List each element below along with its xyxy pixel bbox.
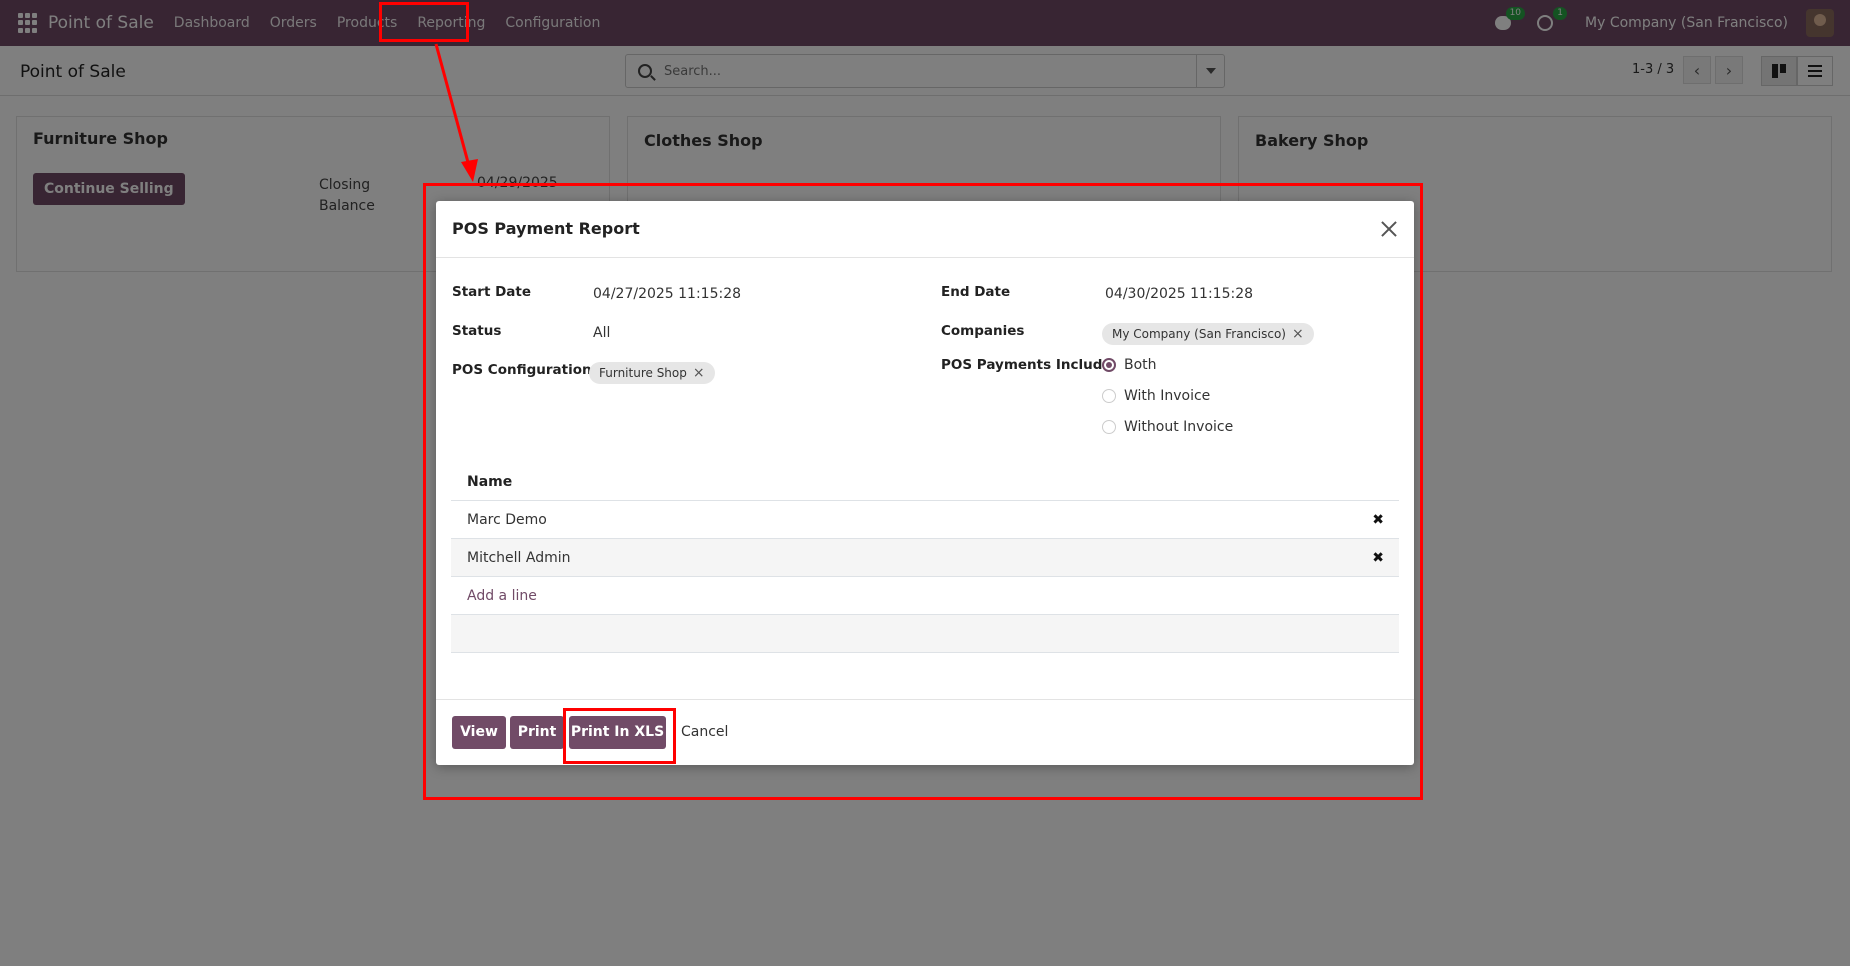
annotation-arrow [434, 43, 478, 182]
